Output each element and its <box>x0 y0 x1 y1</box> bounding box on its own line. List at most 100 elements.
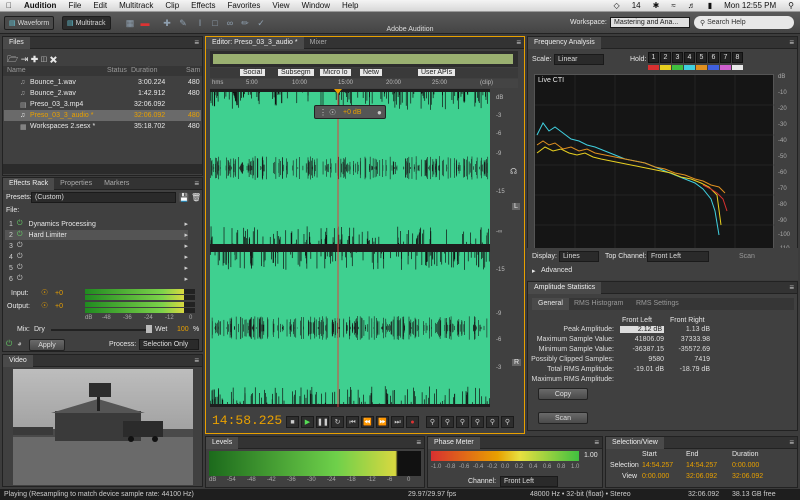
file-row[interactable]: Workspaces 2.sesx * 35:18.702 480 ▦ <box>4 121 201 132</box>
file-row[interactable]: Bounce_1.wav 3:00.224 480 ♫ <box>4 77 201 88</box>
phase-channel-select[interactable]: Front Left <box>500 476 558 487</box>
marker[interactable]: Social <box>240 69 266 76</box>
stats-right-value[interactable]: 1.13 dB <box>670 326 710 333</box>
multitrack-view-button[interactable]: ▤ Multitrack <box>62 16 111 30</box>
time-ruler[interactable]: hms 5:00 10:00 15:00 20:00 25:00 (clip) <box>210 79 518 88</box>
zoom-in-amplitude-button[interactable]: ⚲ <box>426 416 439 428</box>
volume-knob-icon[interactable]: ☉ <box>329 108 336 117</box>
tab-files[interactable]: Files <box>3 37 30 49</box>
zoom-full-button[interactable]: ⚲ <box>486 416 499 428</box>
marker[interactable]: Micro lo <box>320 69 351 76</box>
input-value[interactable]: +0 <box>55 290 63 297</box>
marker[interactable]: Netw <box>360 69 382 76</box>
tab-amplitude-statistics[interactable]: Amplitude Statistics <box>528 282 602 294</box>
headphones-icon[interactable]: ☊ <box>510 167 517 176</box>
workspace-select[interactable]: Mastering and Ana... <box>610 17 690 28</box>
advanced-label[interactable]: Advanced <box>541 267 572 274</box>
tab-rms-settings[interactable]: RMS Settings <box>636 300 679 307</box>
stats-right-value[interactable]: 7419 <box>670 356 710 363</box>
hold-button[interactable]: 5 <box>696 52 707 63</box>
stop-button[interactable]: ■ <box>286 416 299 428</box>
gain-hud[interactable]: ⋮ ☉ +0 dB ● <box>314 105 386 119</box>
col-sample[interactable]: Sam <box>186 67 200 74</box>
waveform-view-button[interactable]: ▤ Waveform <box>4 16 55 30</box>
file-row[interactable]: Bounce_2.wav 1:42.912 480 ♫ <box>4 88 201 99</box>
play-button[interactable]: ▶ <box>301 416 314 428</box>
menu-view[interactable]: View <box>266 1 295 10</box>
search-help-input[interactable]: ⚲ Search Help <box>694 16 794 29</box>
panel-menu-icon[interactable]: ≡ <box>516 38 521 47</box>
open-file-icon[interactable]: 🗁 <box>7 54 18 64</box>
view-end[interactable]: 32:06.092 <box>686 473 717 480</box>
hold-button[interactable]: 3 <box>672 52 683 63</box>
wifi-icon[interactable]: ≈ <box>665 1 681 10</box>
hud-gain-value[interactable]: +0 dB <box>343 109 362 116</box>
delete-preset-icon[interactable]: 🗑 <box>191 193 201 202</box>
skip-forward-button[interactable]: ⏭ <box>391 416 404 428</box>
marquee-icon[interactable]: □ <box>210 18 220 28</box>
copy-button[interactable]: Copy <box>538 388 588 400</box>
battery-icon[interactable]: ▮ <box>702 1 718 10</box>
brush-icon[interactable]: ✏ <box>240 18 250 28</box>
bluetooth-icon[interactable]: ✱ <box>647 1 666 10</box>
menu-clip[interactable]: Clip <box>159 1 185 10</box>
menu-clock[interactable]: Mon 12:55 PM <box>718 1 782 10</box>
waveform-display[interactable] <box>210 89 490 407</box>
apple-icon[interactable]:  <box>0 1 18 10</box>
zoom-out-time-button[interactable]: ⚲ <box>471 416 484 428</box>
process-select[interactable]: Selection Only <box>139 339 199 350</box>
effect-slot[interactable]: 6 ⏻ ▸ <box>5 274 188 284</box>
import-icon[interactable]: ⇥ <box>21 54 29 64</box>
save-preset-icon[interactable]: 💾 <box>179 193 189 202</box>
mix-slider[interactable] <box>51 329 151 331</box>
hold-button[interactable]: 6 <box>708 52 719 63</box>
forward-button[interactable]: ⏩ <box>376 416 389 428</box>
files-scrollbar[interactable] <box>3 164 202 174</box>
stats-right-value[interactable]: -18.79 dB <box>670 366 710 373</box>
zoom-selection-button[interactable]: ⚲ <box>501 416 514 428</box>
freq-scan-button[interactable]: Scan <box>739 253 755 260</box>
input-knob-icon[interactable]: ☉ <box>41 288 48 297</box>
stats-left-value[interactable]: 2.12 dB <box>620 326 664 333</box>
tab-levels[interactable]: Levels <box>206 437 239 449</box>
hold-button[interactable]: 7 <box>720 52 731 63</box>
tab-rms-histogram[interactable]: RMS Histogram <box>574 300 623 307</box>
panel-menu-icon[interactable]: ≡ <box>789 38 794 47</box>
rack-history-icon[interactable]: ◕ <box>17 339 22 348</box>
advanced-toggle-icon[interactable]: ▸ <box>532 267 536 275</box>
panel-menu-icon[interactable]: ≡ <box>194 38 199 47</box>
effect-slot[interactable]: 3 ⏻ ▸ <box>5 241 188 251</box>
razor-tool-icon[interactable]: ✎ <box>178 18 188 28</box>
output-knob-icon[interactable]: ☉ <box>41 301 48 310</box>
menu-favorites[interactable]: Favorites <box>221 1 266 10</box>
channel-right-toggle[interactable]: R <box>512 359 522 366</box>
panel-menu-icon[interactable]: ≡ <box>594 438 599 447</box>
output-value[interactable]: +0 <box>55 303 63 310</box>
marker[interactable]: User APIs <box>418 69 456 76</box>
zoom-out-amplitude-button[interactable]: ⚲ <box>441 416 454 428</box>
tab-general[interactable]: General <box>532 298 569 310</box>
tab-video[interactable]: Video <box>3 355 33 367</box>
tab-selection-view[interactable]: Selection/View <box>606 437 664 449</box>
effect-slot[interactable]: 4 ⏻ ▸ <box>5 252 188 262</box>
panel-menu-icon[interactable]: ≡ <box>194 179 199 188</box>
selection-start[interactable]: 14:54.257 <box>642 462 673 469</box>
frequency-graph[interactable]: Live CTI <box>534 74 775 257</box>
panel-menu-icon[interactable]: ≡ <box>789 438 794 447</box>
panel-menu-icon[interactable]: ≡ <box>194 356 199 365</box>
loop-button[interactable]: ↻ <box>331 416 344 428</box>
apply-button[interactable]: Apply <box>29 339 65 351</box>
panel-menu-icon[interactable]: ≡ <box>416 438 421 447</box>
hold-button[interactable]: 4 <box>684 52 695 63</box>
menu-edit[interactable]: Edit <box>87 1 113 10</box>
delete-icon[interactable]: ✖ <box>50 54 58 64</box>
heal-icon[interactable]: ✓ <box>256 18 266 28</box>
col-duration[interactable]: Duration <box>131 67 157 74</box>
display-select[interactable]: Lines <box>559 251 599 262</box>
menu-app[interactable]: Audition <box>18 1 62 10</box>
channel-left-toggle[interactable]: L <box>512 203 520 210</box>
menu-help[interactable]: Help <box>336 1 364 10</box>
selection-duration[interactable]: 0:00.000 <box>732 462 759 469</box>
record-pitch-icon[interactable]: ▬ <box>140 18 150 28</box>
selection-end[interactable]: 14:54.257 <box>686 462 717 469</box>
